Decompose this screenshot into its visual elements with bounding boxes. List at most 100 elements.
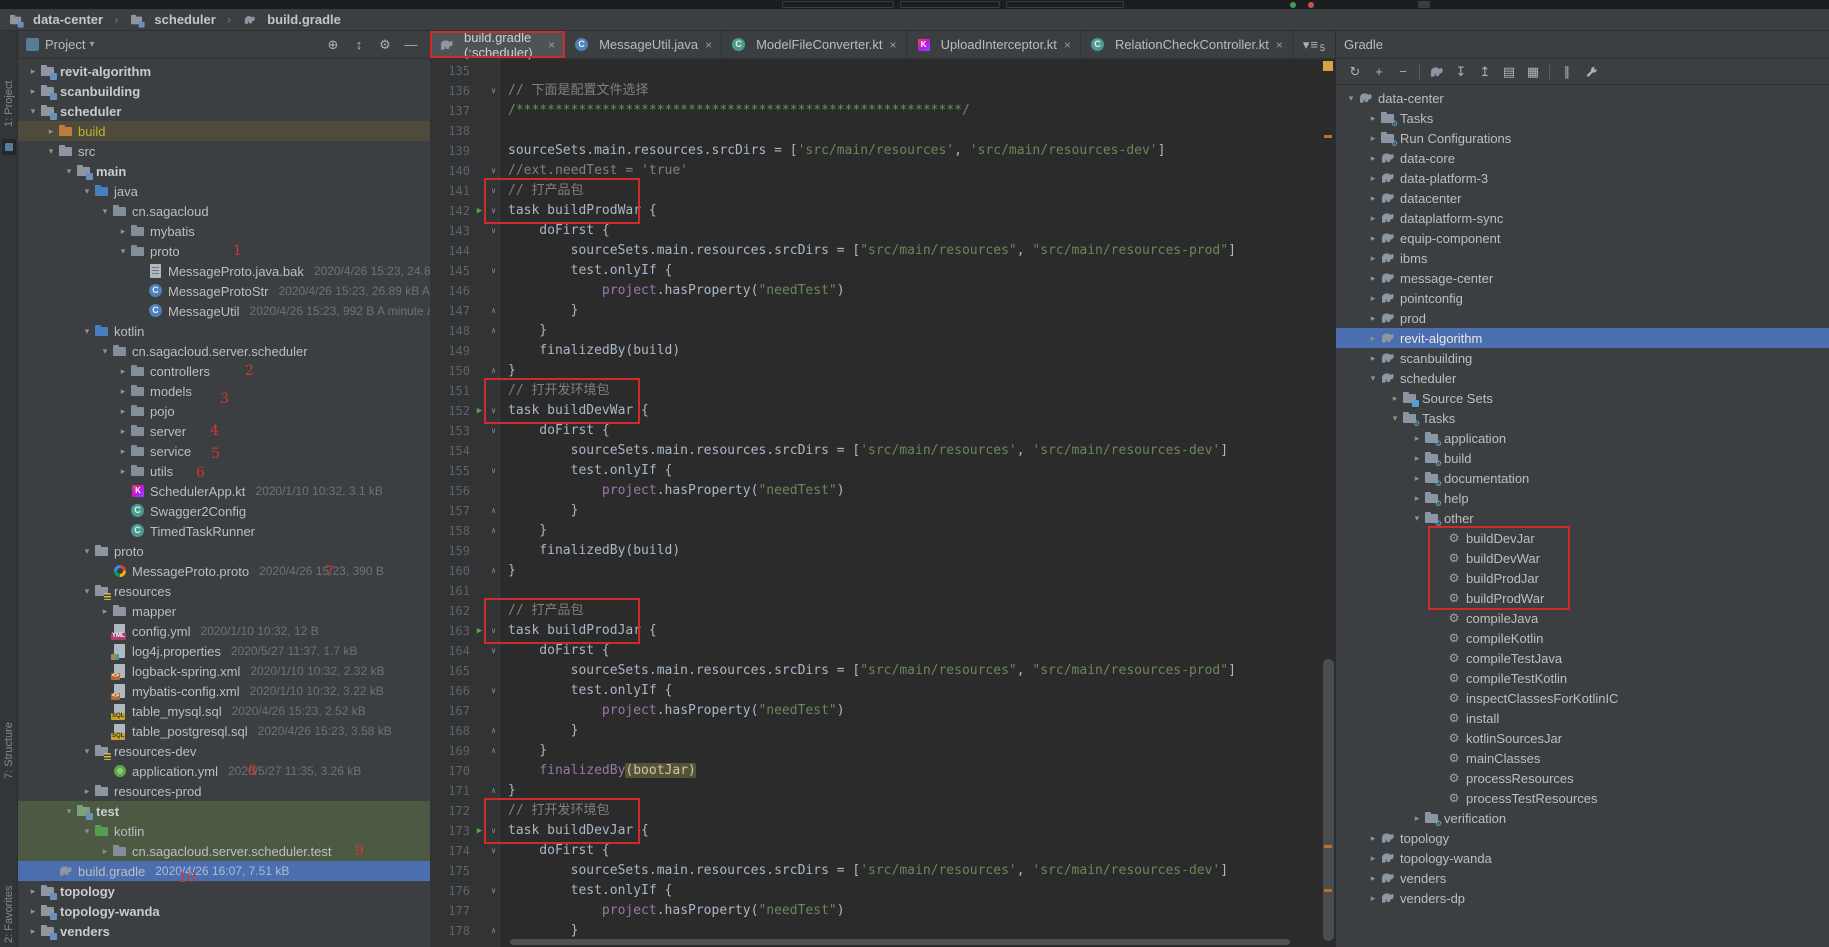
- tool-window-button[interactable]: 7: Structure: [3, 722, 15, 779]
- gradle-tree-row[interactable]: ▸datacenter: [1336, 188, 1829, 208]
- gradle-tree-row[interactable]: ▸⚙documentation: [1336, 468, 1829, 488]
- project-tree-row[interactable]: ▸topology-wanda: [18, 901, 430, 921]
- expand-chevron-icon[interactable]: ▾: [1410, 513, 1424, 524]
- fold-marker-icon[interactable]: ∧: [487, 321, 500, 341]
- code-line[interactable]: 136∨// 下面是配置文件选择: [430, 81, 1335, 101]
- code-line[interactable]: 146 project.hasProperty("needTest"): [430, 281, 1335, 301]
- expand-chevron-icon[interactable]: ▸: [1366, 273, 1380, 284]
- gradle-tree-row[interactable]: ▸message-center: [1336, 268, 1829, 288]
- project-tree-row[interactable]: ▸resources-prod: [18, 781, 430, 801]
- code-line[interactable]: 160∧}: [430, 561, 1335, 581]
- expand-chevron-icon[interactable]: ▸: [1388, 393, 1402, 404]
- project-tree-row[interactable]: SQLtable_mysql.sql2020/4/26 15:23, 2.52 …: [18, 701, 430, 721]
- project-tree-row[interactable]: ▾cn.sagacloud.server.scheduler: [18, 341, 430, 361]
- fold-marker-icon[interactable]: ∨: [487, 821, 500, 841]
- fold-marker-icon[interactable]: ∧: [487, 501, 500, 521]
- gradle-tree-row[interactable]: ▸topology-wanda: [1336, 848, 1829, 868]
- gradle-tree-row[interactable]: ▸scanbuilding: [1336, 348, 1829, 368]
- frames-icon[interactable]: ▦: [1522, 62, 1544, 82]
- settings-gear-icon[interactable]: ⚙: [374, 35, 396, 55]
- project-tree-row[interactable]: ▸build: [18, 121, 430, 141]
- expand-chevron-icon[interactable]: ▸: [1366, 893, 1380, 904]
- project-tree-row[interactable]: ▸models3: [18, 381, 430, 401]
- close-tab-icon[interactable]: ×: [705, 38, 712, 52]
- project-tree-row[interactable]: MessageProto.java.bak2020/4/26 15:23, 24…: [18, 261, 430, 281]
- code-line[interactable]: 139sourceSets.main.resources.srcDirs = […: [430, 141, 1335, 161]
- expand-collapse-icon[interactable]: ↕: [348, 35, 370, 55]
- editor-tab[interactable]: CRelationCheckController.kt×: [1081, 31, 1293, 58]
- gradle-tree-row[interactable]: ▾⚙other: [1336, 508, 1829, 528]
- project-tree-row[interactable]: MessageProto.proto2020/4/26 15:23, 390 B…: [18, 561, 430, 581]
- project-tree-row[interactable]: ▾kotlin: [18, 321, 430, 341]
- project-tree-row[interactable]: ▸utils6: [18, 461, 430, 481]
- project-tree-row[interactable]: ▸venders: [18, 921, 430, 941]
- expand-chevron-icon[interactable]: ▾: [80, 746, 94, 757]
- code-line[interactable]: 137/************************************…: [430, 101, 1335, 121]
- project-tree-row[interactable]: ▾resources-dev: [18, 741, 430, 761]
- gradle-tree-row[interactable]: ⚙inspectClassesForKotlinIC: [1336, 688, 1829, 708]
- expand-chevron-icon[interactable]: ▾: [1388, 413, 1402, 424]
- gradle-tree-row[interactable]: ▾⚙Tasks: [1336, 408, 1829, 428]
- expand-chevron-icon[interactable]: ▸: [116, 366, 130, 377]
- hide-panel-icon[interactable]: —: [400, 35, 422, 55]
- code-line[interactable]: 168∧ }: [430, 721, 1335, 741]
- code-line[interactable]: 152▶∨task buildDevWar {: [430, 401, 1335, 421]
- code-line[interactable]: 147∧ }: [430, 301, 1335, 321]
- fold-marker-icon[interactable]: ∨: [487, 201, 500, 221]
- project-tree-row[interactable]: ▾cn.sagacloud: [18, 201, 430, 221]
- hidden-tabs-dropdown[interactable]: ▾≡5: [1293, 31, 1335, 58]
- project-tree-row[interactable]: ▸scanbuilding: [18, 81, 430, 101]
- expand-chevron-icon[interactable]: ▾: [80, 586, 94, 597]
- expand-chevron-icon[interactable]: ▾: [80, 826, 94, 837]
- gradle-tree-row[interactable]: ⚙compileJava: [1336, 608, 1829, 628]
- remove-icon[interactable]: −: [1392, 62, 1414, 82]
- chevron-down-icon[interactable]: ▾: [89, 39, 94, 50]
- expand-chevron-icon[interactable]: ▸: [1366, 833, 1380, 844]
- close-tab-icon[interactable]: ×: [548, 38, 555, 52]
- expand-chevron-icon[interactable]: ▸: [1366, 353, 1380, 364]
- code-line[interactable]: 177 project.hasProperty("needTest"): [430, 901, 1335, 921]
- expand-chevron-icon[interactable]: ▸: [1366, 153, 1380, 164]
- editor-tab[interactable]: KUploadInterceptor.kt×: [907, 31, 1081, 58]
- expand-chevron-icon[interactable]: ▾: [80, 546, 94, 557]
- expand-chevron-icon[interactable]: ▾: [44, 146, 58, 157]
- project-tree-row[interactable]: KSchedulerApp.kt2020/1/10 10:32, 3.1 kB: [18, 481, 430, 501]
- expand-chevron-icon[interactable]: ▾: [98, 206, 112, 217]
- project-tree-row[interactable]: CTimedTaskRunner: [18, 521, 430, 541]
- code-line[interactable]: 166∨ test.onlyIf {: [430, 681, 1335, 701]
- code-line[interactable]: 145∨ test.onlyIf {: [430, 261, 1335, 281]
- expand-chevron-icon[interactable]: ▸: [116, 386, 130, 397]
- locate-icon[interactable]: ⊕: [322, 35, 344, 55]
- code-line[interactable]: 148∧ }: [430, 321, 1335, 341]
- sources-icon[interactable]: ▤: [1498, 62, 1520, 82]
- expand-chevron-icon[interactable]: ▸: [26, 886, 40, 897]
- expand-chevron-icon[interactable]: ▾: [62, 166, 76, 177]
- expand-chevron-icon[interactable]: ▸: [26, 906, 40, 917]
- gradle-tree-row[interactable]: ▸data-platform-3: [1336, 168, 1829, 188]
- expand-chevron-icon[interactable]: ▸: [1410, 433, 1424, 444]
- close-tab-icon[interactable]: ×: [1276, 38, 1283, 52]
- expand-chevron-icon[interactable]: ▾: [80, 326, 94, 337]
- expand-chevron-icon[interactable]: ▾: [26, 106, 40, 117]
- gradle-tree-row[interactable]: ▸Source Sets: [1336, 388, 1829, 408]
- expand-chevron-icon[interactable]: ▸: [1410, 453, 1424, 464]
- expand-chevron-icon[interactable]: ▸: [116, 446, 130, 457]
- expand-chevron-icon[interactable]: ▸: [26, 926, 40, 937]
- fold-marker-icon[interactable]: ∨: [487, 881, 500, 901]
- gradle-tree-row[interactable]: ▸pointconfig: [1336, 288, 1829, 308]
- gradle-tree-row[interactable]: ⚙kotlinSourcesJar: [1336, 728, 1829, 748]
- gradle-tree-row[interactable]: ⚙compileTestKotlin: [1336, 668, 1829, 688]
- code-line[interactable]: 150∧}: [430, 361, 1335, 381]
- editor-tab[interactable]: CModelFileConverter.kt×: [722, 31, 906, 58]
- code-line[interactable]: 151// 打开发环境包: [430, 381, 1335, 401]
- code-line[interactable]: 173▶∨task buildDevJar {: [430, 821, 1335, 841]
- gradle-tree-row[interactable]: ▸topology: [1336, 828, 1829, 848]
- expand-chevron-icon[interactable]: ▸: [116, 406, 130, 417]
- fold-marker-icon[interactable]: ∧: [487, 781, 500, 801]
- expand-chevron-icon[interactable]: ▸: [1366, 233, 1380, 244]
- expand-chevron-icon[interactable]: ▸: [1366, 193, 1380, 204]
- project-tree-row[interactable]: YMLconfig.yml2020/1/10 10:32, 12 B: [18, 621, 430, 641]
- gradle-tree-row[interactable]: ▸dataplatform-sync: [1336, 208, 1829, 228]
- code-line[interactable]: 176∨ test.onlyIf {: [430, 881, 1335, 901]
- expand-chevron-icon[interactable]: ▸: [80, 786, 94, 797]
